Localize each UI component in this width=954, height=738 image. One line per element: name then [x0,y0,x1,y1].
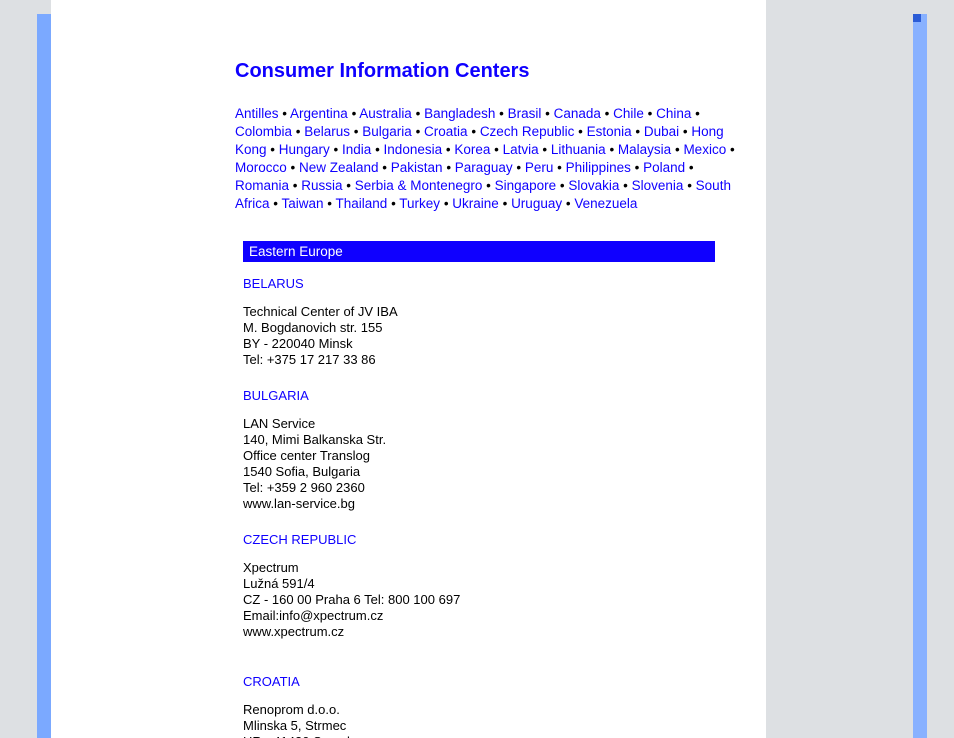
country-link[interactable]: Pakistan [391,160,443,175]
country-link[interactable]: Bulgaria [362,124,412,139]
center-block: CZECH REPUBLIC XpectrumLužná 591/4CZ - 16… [243,532,744,640]
country-link[interactable]: Colombia [235,124,292,139]
country-link[interactable]: Lithuania [551,142,606,157]
country-link[interactable]: Russia [301,178,342,193]
center-line: Renoprom d.o.o. [243,702,744,718]
country-link[interactable]: Singapore [495,178,557,193]
center-line: BY - 220040 Minsk [243,336,744,352]
country-link[interactable]: Romania [235,178,289,193]
country-link[interactable]: Uruguay [511,196,562,211]
country-link[interactable]: Australia [359,106,412,121]
country-link[interactable]: Poland [643,160,685,175]
center-line: Office center Translog [243,448,744,464]
center-line: 1540 Sofia, Bulgaria [243,464,744,480]
center-line: Technical Center of JV IBA [243,304,744,320]
decor-strip-left [37,14,51,738]
center-line: Tel: +375 17 217 33 86 [243,352,744,368]
center-line: HR - 41430 Samobor [243,734,744,738]
center-line: Xpectrum [243,560,744,576]
center-country: BELARUS [243,276,744,292]
page-title: Consumer Information Centers [235,60,744,83]
country-link[interactable]: Dubai [644,124,679,139]
country-link[interactable]: Philippines [566,160,631,175]
country-link[interactable]: Korea [454,142,490,157]
center-line: 140, Mimi Balkanska Str. [243,432,744,448]
country-link[interactable]: Taiwan [282,196,324,211]
center-country: CROATIA [243,674,744,690]
viewport: Consumer Information Centers Antilles • … [0,0,954,738]
country-link[interactable]: Antilles [235,106,279,121]
country-link[interactable]: Morocco [235,160,287,175]
country-link[interactable]: New Zealand [299,160,379,175]
center-country: CZECH REPUBLIC [243,532,744,548]
center-line: Mlinska 5, Strmec [243,718,744,734]
center-line: www.xpectrum.cz [243,624,744,640]
country-link[interactable]: China [656,106,691,121]
center-line: CZ - 160 00 Praha 6 Tel: 800 100 697 [243,592,744,608]
country-link[interactable]: Latvia [503,142,539,157]
country-link[interactable]: Serbia & Montenegro [355,178,483,193]
center-block: CROATIA Renoprom d.o.o.Mlinska 5, StrmecH… [243,674,744,738]
country-link[interactable]: Malaysia [618,142,671,157]
country-link[interactable]: Croatia [424,124,468,139]
centers-list: BELARUS Technical Center of JV IBAM. Bogd… [235,276,744,738]
country-link[interactable]: Bangladesh [424,106,495,121]
country-link[interactable]: Peru [525,160,554,175]
country-link[interactable]: Indonesia [384,142,443,157]
country-link[interactable]: India [342,142,371,157]
country-link[interactable]: Paraguay [455,160,513,175]
country-link[interactable]: Hungary [279,142,330,157]
center-line: Lužná 591/4 [243,576,744,592]
country-link[interactable]: Brasil [508,106,542,121]
center-country: BULGARIA [243,388,744,404]
country-link[interactable]: Venezuela [574,196,637,211]
center-block: BULGARIA LAN Service140, Mimi Balkanska S… [243,388,744,512]
document-page: Consumer Information Centers Antilles • … [51,0,766,738]
country-link[interactable]: Turkey [399,196,440,211]
country-link[interactable]: Chile [613,106,644,121]
country-link[interactable]: Czech Republic [480,124,575,139]
center-block: BELARUS Technical Center of JV IBAM. Bogd… [243,276,744,368]
region-heading: Eastern Europe [243,241,715,262]
country-link[interactable]: Slovakia [568,178,619,193]
center-line: M. Bogdanovich str. 155 [243,320,744,336]
country-link[interactable]: Ukraine [452,196,499,211]
country-link-list: Antilles • Argentina • Australia • Bangl… [235,105,744,213]
center-line: LAN Service [243,416,744,432]
country-link[interactable]: Canada [554,106,601,121]
country-link[interactable]: Thailand [336,196,388,211]
center-line: Email:info@xpectrum.cz [243,608,744,624]
country-link[interactable]: Mexico [683,142,726,157]
country-link[interactable]: Argentina [290,106,348,121]
country-link[interactable]: Belarus [304,124,350,139]
country-link[interactable]: Estonia [587,124,632,139]
center-line: www.lan-service.bg [243,496,744,512]
country-link[interactable]: Slovenia [632,178,684,193]
decor-strip-right [913,14,927,738]
center-line: Tel: +359 2 960 2360 [243,480,744,496]
